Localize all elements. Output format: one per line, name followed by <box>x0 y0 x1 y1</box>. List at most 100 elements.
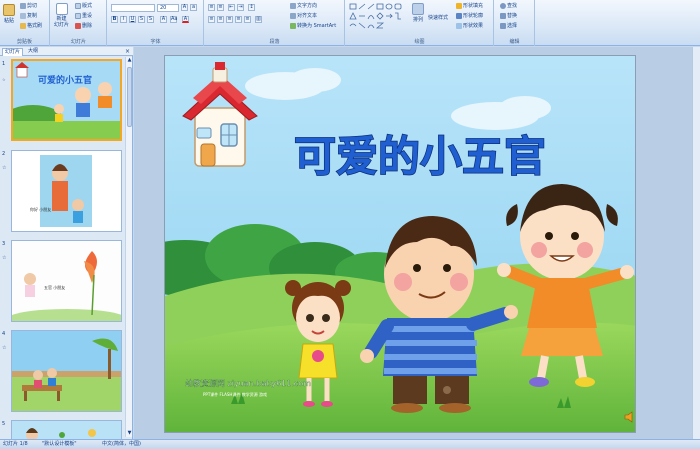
format-painter-button[interactable]: 格式刷 <box>20 22 42 29</box>
thumbnail-1-image: 可爱的小五官 <box>13 61 120 139</box>
text-direction-button[interactable]: 文字方向 <box>290 2 317 9</box>
new-slide-icon <box>55 3 68 15</box>
grow-font-button[interactable]: A <box>181 4 188 11</box>
justify-button[interactable]: ≡ <box>235 16 242 23</box>
slides-group-label: 幻灯片 <box>70 39 86 45</box>
font-group: 20 A a B I U S S A Aa A 字体 <box>108 0 204 46</box>
tab-outline[interactable]: 大纲 <box>26 48 40 56</box>
underline-button[interactable]: U <box>129 16 136 23</box>
watermark-subtext: PPT课件 FLASH课件 教学资源 游戏 <box>203 391 267 397</box>
text-direction-icon <box>290 2 296 9</box>
thumbnail-transition-icon: ☆ <box>2 345 7 351</box>
select-button[interactable]: 选择 <box>500 22 517 29</box>
font-size-combo[interactable]: 20 <box>157 4 179 12</box>
thumbnail-number: 2 <box>2 151 6 157</box>
quick-styles-button[interactable]: 快速样式 <box>428 14 448 21</box>
strikethrough-button[interactable]: S <box>138 16 145 23</box>
delete-slide-button[interactable]: 删除 <box>75 22 92 29</box>
shrink-font-button[interactable]: a <box>190 4 197 11</box>
thumbnail-4-image <box>12 331 121 411</box>
scroll-up-arrow[interactable]: ▲ <box>126 57 133 64</box>
paragraph-group: ≡ ≡ ⇤ ⇥ ↕ ≡ ≡ ≡ ≡ ≡ ▥ 文字方向 对齐文本 转换为 Smar… <box>205 0 345 46</box>
reset-button[interactable]: 重设 <box>75 12 92 19</box>
bold-button[interactable]: B <box>111 16 118 23</box>
theme-name: "默认设计模板" <box>42 441 77 447</box>
cursor-icon <box>500 22 506 29</box>
language-indicator[interactable]: 中文(简体，中国) <box>102 440 141 449</box>
editor-scrollbar[interactable] <box>692 47 700 439</box>
slide-editing-area: 可爱的小五官 幼教资源网 ziyuan.baby611.com PPT课件 FL… <box>134 47 700 439</box>
thumbnail-number: 3 <box>2 241 6 247</box>
font-color-button[interactable]: A <box>182 16 189 23</box>
shape-outline-button[interactable]: 形状轮廓 <box>456 12 483 19</box>
align-left-button[interactable]: ≡ <box>208 16 215 23</box>
thumbnail-1-title: 可爱的小五官 <box>38 74 92 86</box>
slide-thumbnail-1[interactable]: 可爱的小五官 <box>11 59 122 141</box>
align-text-icon <box>290 12 296 19</box>
shape-effects-button[interactable]: 形状效果 <box>456 22 483 29</box>
slide-thumbnail-4[interactable] <box>11 330 122 412</box>
tab-slides[interactable]: 幻灯片 <box>2 48 24 56</box>
thumbnail-transition-icon: ☆ <box>2 165 7 171</box>
clipboard-group: 粘贴 剪切 复制 格式刷 剪贴板 <box>0 0 50 46</box>
align-text-button[interactable]: 对齐文本 <box>290 12 317 19</box>
editing-group: 查找 替换 选择 编辑 <box>495 0 535 46</box>
paste-button[interactable]: 粘贴 <box>3 4 15 24</box>
layout-icon <box>75 2 81 9</box>
replace-button[interactable]: 替换 <box>500 12 517 19</box>
drawing-group-label: 绘图 <box>414 39 425 45</box>
replace-icon <box>500 12 506 19</box>
pencil-icon <box>456 12 462 19</box>
align-center-button[interactable]: ≡ <box>217 16 224 23</box>
scroll-down-arrow[interactable]: ▼ <box>126 430 133 437</box>
thumbnail-3-image: 五官 小朋友 <box>12 241 121 321</box>
change-case-button[interactable]: Aa <box>170 16 177 23</box>
status-bar: 幻灯片 1/8 "默认设计模板" 中文(简体，中国) <box>0 439 700 449</box>
thumbnail-3-caption: 五官 小朋友 <box>44 284 65 290</box>
thumbnail-number: 1 <box>2 61 6 67</box>
distributed-button[interactable]: ≡ <box>244 16 251 23</box>
arrange-button[interactable]: 排列 <box>412 3 424 23</box>
line-spacing-button[interactable]: ↕ <box>248 4 255 11</box>
scrollbar-thumb[interactable] <box>127 67 132 127</box>
char-spacing-button[interactable]: A <box>160 16 167 23</box>
smartart-icon <box>290 22 296 29</box>
current-slide[interactable]: 可爱的小五官 幼教资源网 ziyuan.baby611.com PPT课件 FL… <box>164 55 636 433</box>
convert-smartart-button[interactable]: 转换为 SmartArt <box>290 22 336 29</box>
thumbnail-2-caption: 你好 小朋友 <box>30 206 51 212</box>
effects-icon <box>456 22 462 29</box>
font-name-combo[interactable] <box>111 4 155 12</box>
shadow-button[interactable]: S <box>147 16 154 23</box>
editing-group-label: 编辑 <box>509 39 520 45</box>
slide-canvas: 可爱的小五官 幼教资源网 ziyuan.baby611.com PPT课件 FL… <box>165 56 635 432</box>
align-right-button[interactable]: ≡ <box>226 16 233 23</box>
columns-button[interactable]: ▥ <box>255 16 262 23</box>
scissors-icon <box>20 2 26 9</box>
layout-button[interactable]: 版式 <box>75 2 92 9</box>
binoculars-icon <box>500 2 506 9</box>
numbering-button[interactable]: ≡ <box>217 4 224 11</box>
panel-tabs: 幻灯片 大纲 × <box>0 47 133 56</box>
find-button[interactable]: 查找 <box>500 2 517 9</box>
slide-thumbnail-5[interactable] <box>11 420 122 439</box>
italic-button[interactable]: I <box>120 16 127 23</box>
panel-close-button[interactable]: × <box>125 48 130 55</box>
slide-counter: 幻灯片 1/8 <box>3 441 28 447</box>
new-slide-button[interactable]: 新建 幻灯片 <box>54 3 69 28</box>
panel-scrollbar[interactable]: ▲ ▼ <box>125 57 132 437</box>
bullets-button[interactable]: ≡ <box>208 4 215 11</box>
clipboard-group-label: 剪贴板 <box>16 39 32 45</box>
increase-indent-button[interactable]: ⇥ <box>237 4 244 11</box>
delete-icon <box>75 22 81 29</box>
copy-button[interactable]: 复制 <box>20 12 37 19</box>
cut-button[interactable]: 剪切 <box>20 2 37 9</box>
shape-fill-button[interactable]: 形状填充 <box>456 2 483 9</box>
shapes-gallery[interactable] <box>349 3 409 31</box>
thumbnail-number: 4 <box>2 331 6 337</box>
reset-icon <box>75 12 81 19</box>
font-group-label: 字体 <box>150 39 161 45</box>
decrease-indent-button[interactable]: ⇤ <box>228 4 235 11</box>
slide-thumbnail-3[interactable]: 五官 小朋友 <box>11 240 122 322</box>
slide-thumbnail-2[interactable]: 你好 小朋友 <box>11 150 122 232</box>
thumbnail-5-image <box>12 421 121 439</box>
